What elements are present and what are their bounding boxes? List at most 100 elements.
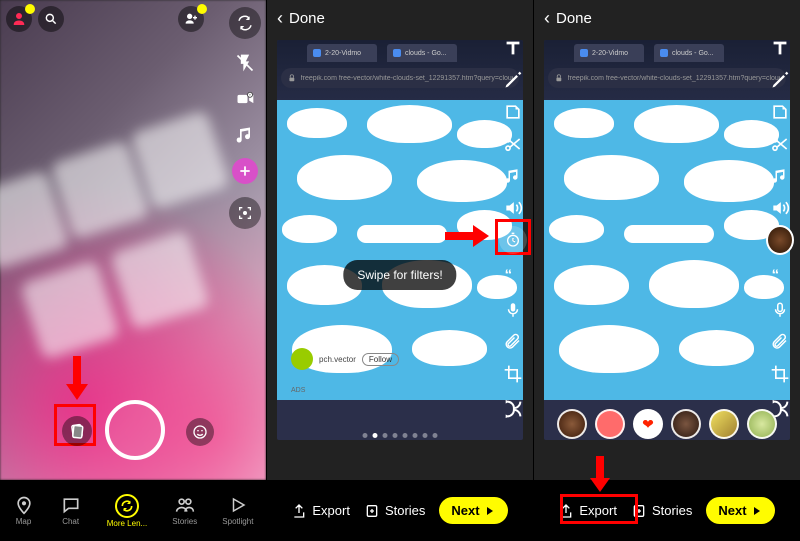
stories-label: Stories xyxy=(652,503,692,518)
sticker-icon xyxy=(770,102,790,122)
sticker-tool[interactable] xyxy=(499,98,527,126)
browser-tab: clouds - Go... xyxy=(405,50,447,57)
music-button[interactable] xyxy=(228,118,262,152)
bottom-bar: Map Chat More Len... Stories Spotlight E… xyxy=(0,480,800,541)
lock-icon xyxy=(554,73,564,83)
nav-bar: Map Chat More Len... Stories Spotlight xyxy=(0,494,266,528)
export-icon xyxy=(558,503,574,519)
done-button[interactable]: ‹ Done xyxy=(267,0,533,36)
export-button[interactable]: Export xyxy=(291,503,350,519)
text-tool[interactable] xyxy=(499,34,527,62)
browser-tab: clouds - Go... xyxy=(672,50,714,57)
flash-button[interactable] xyxy=(228,46,262,80)
crop-tool[interactable] xyxy=(499,360,527,388)
swipe-tooltip: Swipe for filters! xyxy=(343,260,456,290)
attach-tool[interactable] xyxy=(766,328,794,356)
nav-label: Chat xyxy=(62,517,79,526)
draw-tool[interactable] xyxy=(499,66,527,94)
attach-tool[interactable] xyxy=(499,328,527,356)
music-tool[interactable] xyxy=(766,162,794,190)
microphone-icon xyxy=(504,301,522,319)
music-tool[interactable] xyxy=(499,162,527,190)
eye-filter-icon xyxy=(766,225,794,255)
nav-label: Spotlight xyxy=(222,517,253,526)
stories-icon xyxy=(631,503,647,519)
timer-tool[interactable] xyxy=(499,226,527,254)
scissors-icon xyxy=(770,134,790,154)
play-icon xyxy=(229,496,247,514)
done-button[interactable]: ‹ Done xyxy=(534,0,800,36)
map-pin-icon xyxy=(14,495,34,515)
stories-button[interactable]: Stories xyxy=(631,503,692,519)
author-name: pch.vector xyxy=(319,355,356,364)
next-button[interactable]: Next xyxy=(439,497,507,524)
follow-button[interactable]: Follow xyxy=(362,353,399,366)
lens-button[interactable] xyxy=(186,418,214,446)
nav-chat[interactable]: Chat xyxy=(60,494,82,528)
nav-map[interactable]: Map xyxy=(13,494,35,528)
filter-item[interactable] xyxy=(557,409,587,439)
snap-preview: 2-20-Vidmo clouds - Go... freepik.com fr… xyxy=(544,40,790,440)
scissor-tool[interactable] xyxy=(766,130,794,158)
memories-button[interactable] xyxy=(62,416,92,446)
filter-item[interactable] xyxy=(709,409,739,439)
tutorial-arrow xyxy=(445,225,489,247)
camera-screen: + xyxy=(0,0,266,480)
draw-tool[interactable] xyxy=(766,66,794,94)
link-tool[interactable]: “ xyxy=(499,262,527,290)
next-button[interactable]: Next xyxy=(706,497,774,524)
done-label: Done xyxy=(556,10,592,27)
chevron-left-icon: ‹ xyxy=(277,8,283,29)
music-icon xyxy=(504,167,522,185)
notification-dot xyxy=(25,4,35,14)
sound-tool[interactable] xyxy=(766,194,794,222)
add-button[interactable] xyxy=(228,154,262,188)
flip-camera-button[interactable] xyxy=(228,6,262,40)
nav-spotlight[interactable]: Spotlight xyxy=(222,494,253,528)
stories-label: Stories xyxy=(385,503,425,518)
nav-label: More Len... xyxy=(107,519,147,528)
action-bar: Export Stories Next xyxy=(266,497,533,524)
arrow-right-icon xyxy=(751,505,763,517)
chat-icon xyxy=(61,495,81,515)
done-label: Done xyxy=(289,10,325,27)
filter-item[interactable] xyxy=(595,409,625,439)
scissor-tool[interactable] xyxy=(499,130,527,158)
chevron-left-icon: ‹ xyxy=(544,8,550,29)
sticker-tool[interactable] xyxy=(766,98,794,126)
stories-button[interactable]: Stories xyxy=(364,503,425,519)
text-icon xyxy=(502,37,524,59)
nav-label: Stories xyxy=(172,517,197,526)
nav-stories[interactable]: Stories xyxy=(172,494,197,528)
scan-icon xyxy=(237,205,253,221)
export-button[interactable]: Export xyxy=(558,503,617,519)
filter-item[interactable] xyxy=(671,409,701,439)
url-text: freepik.com free-vector/white-clouds-set… xyxy=(301,75,513,82)
voice-tool[interactable] xyxy=(766,296,794,324)
music-icon xyxy=(771,167,789,185)
crop-tool[interactable] xyxy=(766,360,794,388)
nav-more-lenses[interactable]: More Len... xyxy=(107,494,147,528)
filter-item[interactable] xyxy=(747,409,777,439)
stories-icon xyxy=(364,503,380,519)
sound-tool[interactable] xyxy=(499,194,527,222)
filter-item[interactable]: ❤ xyxy=(633,409,663,439)
video-icon: + xyxy=(235,89,255,109)
search-button[interactable] xyxy=(38,6,64,32)
speaker-icon xyxy=(770,198,790,218)
remix-tool[interactable] xyxy=(499,395,527,423)
link-tool[interactable]: “ xyxy=(766,262,794,290)
arrow-right-icon xyxy=(484,505,496,517)
video-button[interactable]: + xyxy=(228,82,262,116)
scan-button[interactable] xyxy=(228,196,262,230)
voice-tool[interactable] xyxy=(499,296,527,324)
sticker-icon xyxy=(503,102,523,122)
edit-screen: 2-20-Vidmo clouds - Go... freepik.com fr… xyxy=(266,0,533,480)
shutter-button[interactable] xyxy=(105,400,165,460)
filter-strip: ❤ xyxy=(534,404,800,444)
text-tool[interactable] xyxy=(766,34,794,62)
timer-tool[interactable] xyxy=(766,226,794,254)
svg-text:“: “ xyxy=(772,266,780,283)
timer-icon xyxy=(505,232,521,248)
flash-off-icon xyxy=(235,53,255,73)
